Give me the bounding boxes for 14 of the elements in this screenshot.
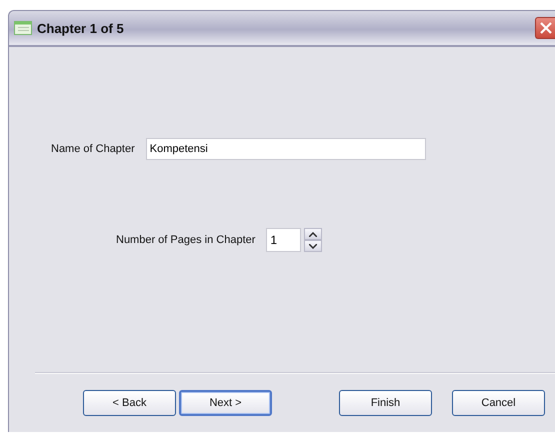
field-label: Number of Pages in Chapter xyxy=(116,234,256,246)
dialog-button[interactable]: Cancel xyxy=(452,390,545,416)
spin-up-button[interactable] xyxy=(304,228,322,240)
field-label: Name of Chapter xyxy=(51,143,135,155)
window-title: Chapter 1 of 5 xyxy=(37,20,125,36)
dialog-button[interactable]: < Back xyxy=(83,390,176,416)
dialog-button[interactable]: Finish xyxy=(339,390,432,416)
window-icon xyxy=(14,21,32,35)
close-button[interactable] xyxy=(535,17,555,39)
spin-down-button[interactable] xyxy=(304,240,322,252)
dialog-button[interactable]: Next > xyxy=(179,390,272,416)
close-icon xyxy=(538,21,552,35)
name-input-field[interactable]: Kompetensi xyxy=(146,138,426,160)
pages-input-field[interactable]: 1 xyxy=(266,228,302,252)
